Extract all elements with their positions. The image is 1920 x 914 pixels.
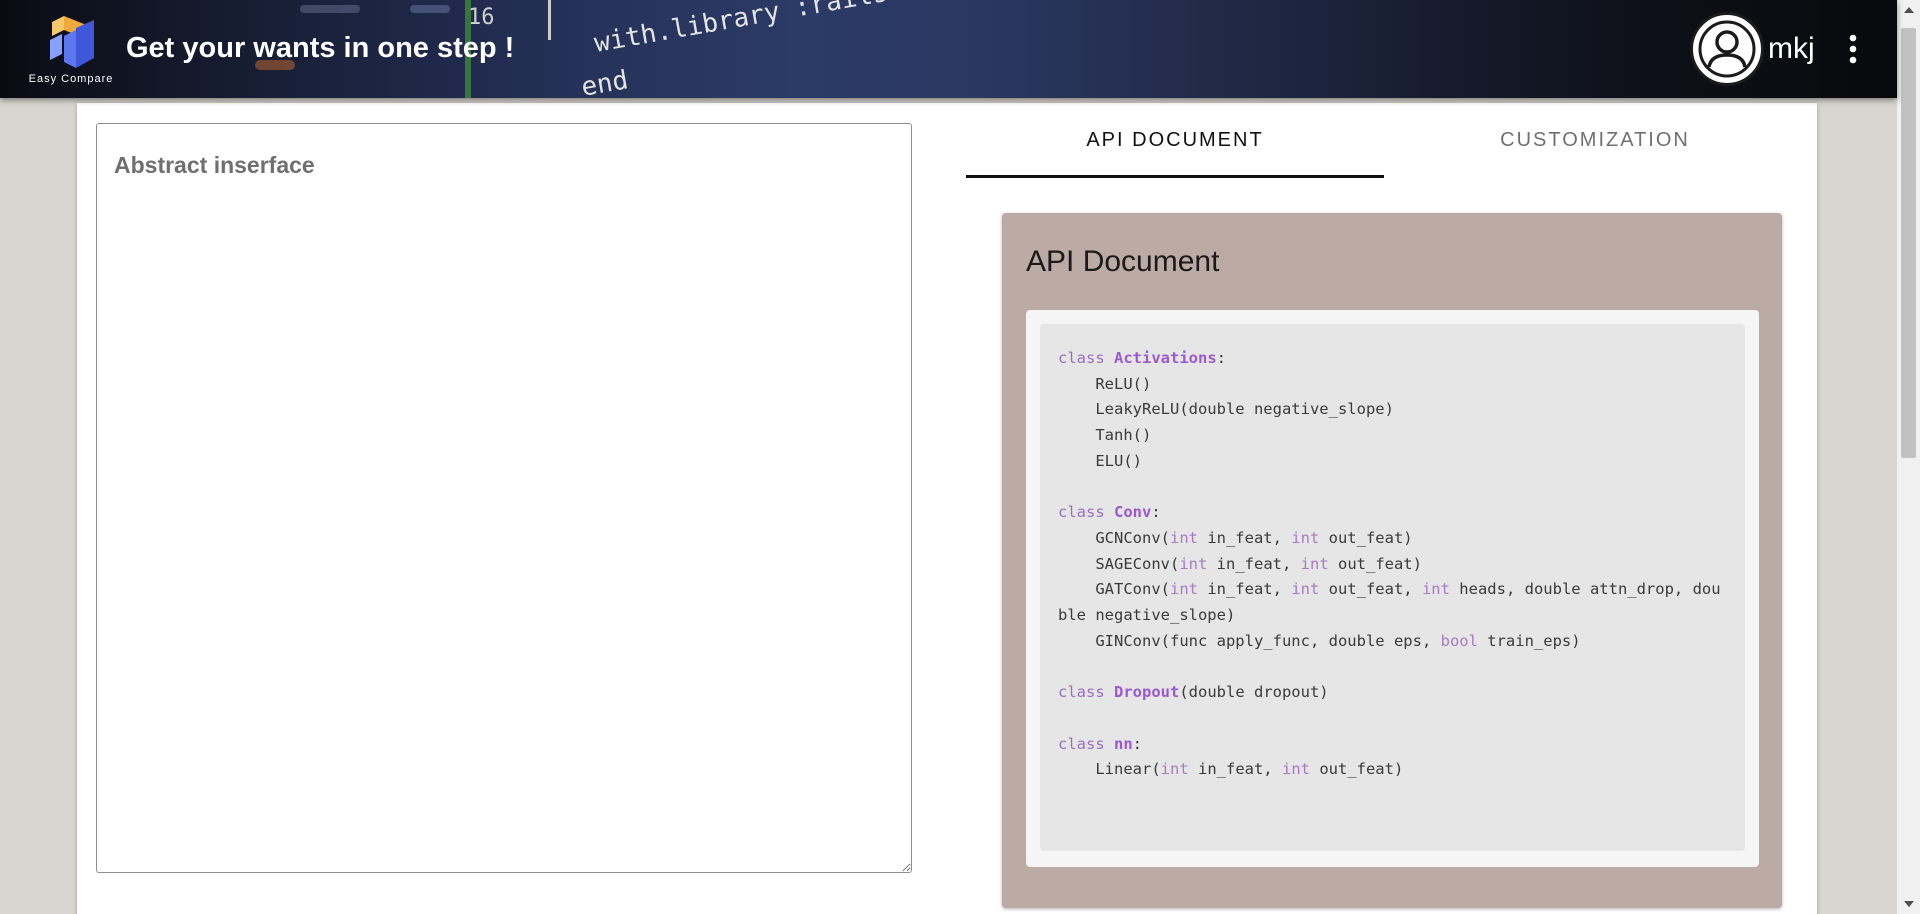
code-token: int <box>1179 554 1208 573</box>
code-token: ELU() <box>1058 451 1142 470</box>
code-token: : <box>1151 503 1161 522</box>
code-token: Dropout <box>1114 683 1180 702</box>
code-line: GINConv(func apply_func, double eps, boo… <box>1058 629 1727 655</box>
code-token: GATConv( <box>1058 580 1170 599</box>
active-tab-indicator <box>966 175 1384 178</box>
code-token: int <box>1160 760 1189 779</box>
code-token: Conv <box>1114 503 1152 522</box>
code-token: int <box>1281 760 1310 779</box>
app-logo-icon <box>50 16 94 68</box>
code-token: Tanh() <box>1058 426 1152 445</box>
code-token: bool <box>1440 631 1478 650</box>
code-line: Linear(int in_feat, int out_feat) <box>1058 757 1727 783</box>
scrollbar-thumb[interactable] <box>1901 28 1916 458</box>
header-bg-code-line-1: with.library :rails <box>592 0 890 59</box>
abstract-interface-textarea[interactable] <box>96 123 912 873</box>
scroll-up-arrow[interactable] <box>1897 0 1920 20</box>
app-header: 16 with.library :rails end Easy Compare … <box>0 0 1897 98</box>
code-token: in_feat, <box>1197 528 1292 547</box>
chevron-down-icon <box>1903 901 1914 907</box>
header-bg-line-number: 16 <box>468 5 495 30</box>
code-token: out_feat, <box>1319 580 1422 599</box>
code-token: Activations <box>1114 349 1217 367</box>
code-token: class <box>1058 349 1114 367</box>
avatar[interactable] <box>1690 12 1764 86</box>
code-token: class <box>1058 503 1114 522</box>
user-avatar-icon <box>1698 20 1756 78</box>
code-line: LeakyReLU(double negative_slope) <box>1058 397 1727 423</box>
main-card: API DOCUMENT CUSTOMIZATION API Document … <box>77 103 1817 914</box>
code-token: (double dropout) <box>1179 683 1329 702</box>
code-line: Tanh() <box>1058 423 1727 449</box>
code-token: int <box>1169 528 1198 547</box>
code-line: GATConv(int in_feat, int out_feat, int h… <box>1058 577 1727 628</box>
scroll-down-arrow[interactable] <box>1897 894 1920 914</box>
code-line: ReLU() <box>1058 372 1727 398</box>
logo-caption: Easy Compare <box>28 73 114 85</box>
more-menu-button[interactable] <box>1840 28 1866 70</box>
code-token: train_eps) <box>1477 631 1581 650</box>
api-document-heading: API Document <box>1026 245 1220 278</box>
code-line: class Conv: <box>1058 500 1727 526</box>
username: mkj <box>1768 32 1815 65</box>
code-token: GCNConv( <box>1058 528 1170 547</box>
code-token: int <box>1421 580 1450 599</box>
code-line: class Activations: <box>1058 346 1727 372</box>
tab-customization[interactable]: CUSTOMIZATION <box>1384 103 1806 177</box>
code-token: nn <box>1114 734 1133 753</box>
code-line: SAGEConv(int in_feat, int out_feat) <box>1058 552 1727 578</box>
code-token: LeakyReLU(double negative_slope) <box>1058 400 1394 419</box>
code-token: class <box>1058 734 1114 753</box>
code-token: out_feat) <box>1309 760 1404 779</box>
code-token: class <box>1058 683 1114 702</box>
page-scrollbar[interactable] <box>1897 0 1920 914</box>
header-bg-code-line-2: end <box>579 65 630 98</box>
chevron-up-icon <box>1903 7 1914 13</box>
api-code-block: class Activations: ReLU() LeakyReLU(doub… <box>1040 324 1745 851</box>
more-vertical-icon <box>1849 34 1857 64</box>
code-token: in_feat, <box>1188 760 1282 779</box>
code-line: class Dropout(double dropout) <box>1058 680 1727 706</box>
code-line: GCNConv(int in_feat, int out_feat) <box>1058 526 1727 552</box>
code-token: in_feat, <box>1197 580 1292 599</box>
code-token: out_feat) <box>1319 528 1413 547</box>
tab-bar: API DOCUMENT CUSTOMIZATION <box>966 103 1806 178</box>
code-token: : <box>1132 734 1143 753</box>
editor-container <box>96 123 912 873</box>
app-title: Get your wants in one step ! <box>126 32 515 64</box>
code-token: ReLU() <box>1058 374 1152 393</box>
code-token: int <box>1291 528 1320 547</box>
api-document-panel: API Document class Activations: ReLU() L… <box>1002 213 1782 908</box>
code-token: int <box>1291 580 1320 599</box>
code-token: out_feat) <box>1328 554 1422 573</box>
code-token: GINConv(func apply_func, double eps, <box>1058 631 1441 650</box>
code-token: int <box>1169 580 1198 599</box>
code-token: : <box>1216 349 1226 367</box>
code-block-container: class Activations: ReLU() LeakyReLU(doub… <box>1026 310 1759 867</box>
tab-api-document[interactable]: API DOCUMENT <box>966 103 1384 177</box>
user-menu[interactable]: mkj <box>1690 12 1815 86</box>
code-line: class nn: <box>1058 732 1727 758</box>
code-token: int <box>1300 554 1329 573</box>
code-line: ELU() <box>1058 449 1727 475</box>
code-token: in_feat, <box>1207 554 1301 573</box>
code-token: Linear( <box>1058 760 1161 779</box>
code-token: SAGEConv( <box>1058 554 1180 573</box>
app-logo[interactable]: Easy Compare <box>28 14 114 88</box>
